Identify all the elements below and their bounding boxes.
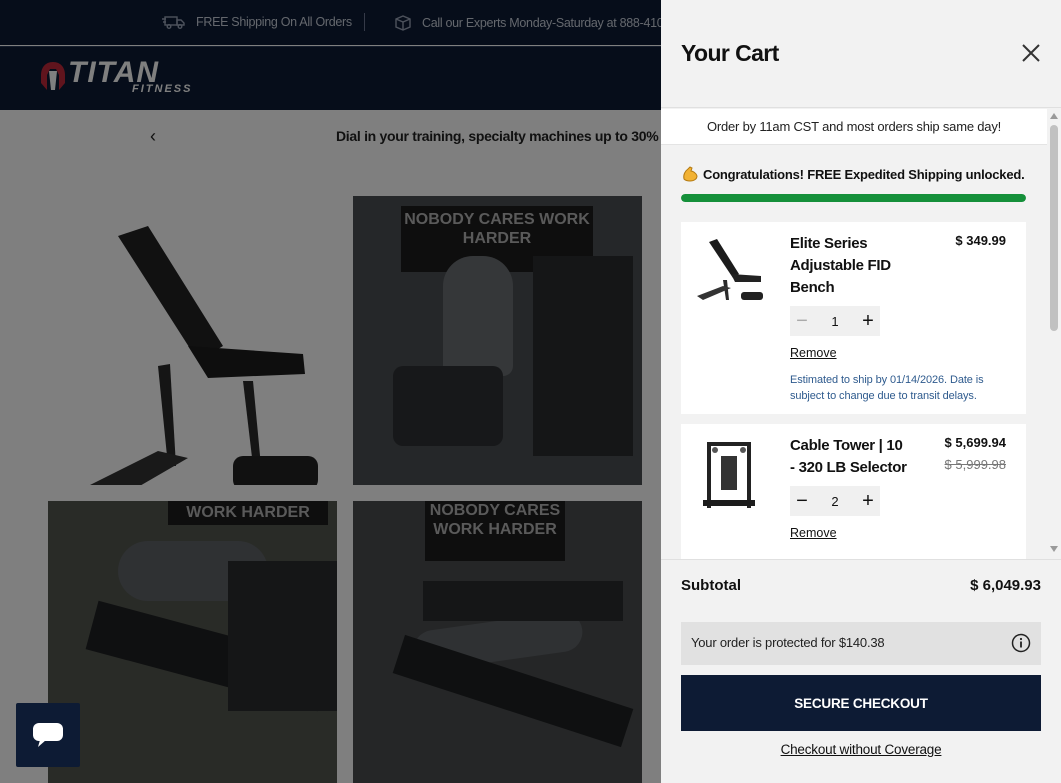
chat-bubble-icon [33,723,63,747]
cart-items-scroll[interactable]: Order by 11am CST and most orders ship s… [661,109,1047,559]
cart-item: Cable Tower | 10 - 320 LB Selector $ 5,6… [681,424,1026,559]
scrollbar-thumb[interactable] [1050,125,1058,331]
quantity-stepper: − 1 + [790,306,880,336]
item-price: $ 5,699.94 [944,435,1006,450]
cart-scrollbar[interactable] [1047,109,1061,559]
ship-notice: Order by 11am CST and most orders ship s… [661,109,1047,145]
remove-item-link[interactable]: Remove [790,346,837,360]
protection-text: Your order is protected for $140.38 [691,635,885,650]
flexed-bicep-icon [683,166,698,182]
decrease-quantity-button[interactable]: − [790,486,814,516]
subtotal-label: Subtotal [681,577,741,594]
checkout-without-coverage-link[interactable]: Checkout without Coverage [661,742,1061,757]
remove-item-link[interactable]: Remove [790,526,837,540]
cart-item: Elite Series Adjustable FID Bench $ 349.… [681,222,1026,414]
ship-estimate: Estimated to ship by 01/14/2026. Date is… [790,374,984,402]
page-overlay[interactable] [0,0,661,783]
increase-quantity-button[interactable]: + [856,486,880,516]
item-compare-price: $ 5,999.98 [944,457,1006,472]
quantity-value[interactable]: 1 [814,314,856,329]
bench-thumbnail-icon[interactable] [693,234,769,310]
cable-tower-thumbnail-icon[interactable] [693,436,769,512]
subtotal-value: $ 6,049.93 [970,577,1041,594]
chat-button[interactable] [16,703,80,767]
increase-quantity-button[interactable]: + [856,306,880,336]
close-icon[interactable] [1020,42,1042,64]
shipping-progress-bar [681,194,1026,202]
decrease-quantity-button[interactable]: − [790,306,814,336]
secure-checkout-button[interactable]: SECURE CHECKOUT [681,675,1041,731]
info-icon[interactable] [1011,633,1031,653]
order-protection-box: Your order is protected for $140.38 [681,622,1041,665]
cart-footer: Subtotal $ 6,049.93 Your order is protec… [661,559,1061,783]
scroll-up-icon[interactable] [1050,113,1058,119]
cart-title: Your Cart [681,40,779,66]
scroll-down-icon[interactable] [1050,546,1058,552]
quantity-value[interactable]: 2 [814,494,856,509]
quantity-stepper: − 2 + [790,486,880,516]
cart-drawer: Your Cart Order by 11am CST and most ord… [661,0,1061,783]
free-shipping-message: Congratulations! FREE Expedited Shipping… [681,165,1025,183]
shipping-progress-fill [681,194,1026,202]
item-name[interactable]: Elite Series Adjustable FID Bench [790,233,910,299]
item-price: $ 349.99 [955,233,1006,248]
cart-header: Your Cart [661,0,1061,108]
item-name[interactable]: Cable Tower | 10 - 320 LB Selector [790,435,910,479]
